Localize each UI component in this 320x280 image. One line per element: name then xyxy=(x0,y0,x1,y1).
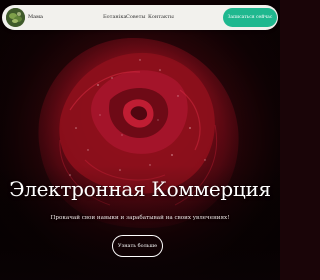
learn-more-button[interactable]: Узнать больше xyxy=(112,235,163,257)
nav-link-contacts[interactable]: Контакты xyxy=(148,14,174,21)
plant-avatar-icon[interactable] xyxy=(6,8,25,27)
hero-subtitle: Прокачай свои навыки и зарабатывай на св… xyxy=(50,215,230,221)
nav-link-botany[interactable]: Ботаніка xyxy=(103,14,126,21)
top-navbar: Мама Ботаніка Советы Контакты Записаться… xyxy=(2,5,278,30)
signup-now-button[interactable]: Записаться сейчас xyxy=(223,8,277,27)
hero-title: Электронная Коммерция xyxy=(9,177,271,201)
nav-link-tips[interactable]: Советы xyxy=(126,14,145,21)
brand-name[interactable]: Мама xyxy=(28,14,43,21)
landing-page: Мама Ботаніка Советы Контакты Записаться… xyxy=(0,0,280,280)
